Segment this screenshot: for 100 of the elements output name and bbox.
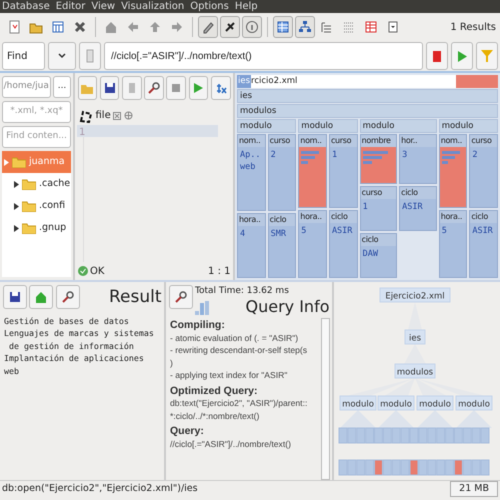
map-node: modulo (360, 119, 437, 133)
tree-leaf (436, 428, 446, 444)
menu-item[interactable]: Editor (56, 0, 86, 13)
play-icon (455, 49, 469, 63)
toolbar-button[interactable] (198, 16, 218, 38)
map-node: nom.. (440, 135, 466, 147)
bar-chart-icon (195, 301, 209, 315)
result-line: Gestión de bases de datos (4, 314, 130, 327)
map-node: curso (360, 187, 396, 199)
save-button[interactable] (100, 76, 120, 100)
tree-leaf (462, 428, 472, 444)
map-value: SMR (270, 229, 286, 239)
play-icon (191, 80, 206, 94)
search-icon (147, 80, 162, 94)
expand-icon (14, 180, 19, 188)
search-button[interactable] (144, 76, 164, 100)
map-value: 2 (270, 150, 276, 160)
search-button[interactable] (56, 285, 80, 310)
tree-node: modulo (378, 396, 414, 410)
file-type-icon (79, 108, 93, 122)
chevron-icon (57, 52, 67, 60)
map-node: hor.. (400, 135, 436, 147)
map-node: hora.. (238, 214, 265, 226)
tree-leaf (418, 428, 428, 444)
run-button[interactable] (451, 42, 473, 70)
browse-button[interactable]: ... (53, 76, 71, 98)
tree-leaf (365, 428, 374, 444)
editor-tab[interactable]: file (96, 108, 111, 123)
map-title: rcicio2.xml (251, 75, 456, 88)
menu-item[interactable]: View (91, 0, 116, 13)
memory-usage[interactable]: 21 MB (450, 480, 498, 498)
path-field[interactable]: /home/jua (2, 76, 50, 98)
map-value: 5 (301, 226, 306, 236)
pencil-icon (201, 20, 215, 34)
tree-edge (378, 410, 414, 428)
add-icon (124, 111, 133, 120)
tree-node: modulo (340, 396, 376, 410)
map-value: ASIR (472, 226, 493, 236)
query-field[interactable]: //ciclo[.="ASIR"]/../nombre/text() (104, 42, 423, 70)
tree-leaf (410, 428, 418, 444)
scrollbar[interactable] (321, 318, 330, 480)
map-value: 3 (402, 150, 408, 160)
tree-leaf (472, 428, 481, 444)
tree-leaf (382, 428, 392, 444)
map-node: hora.. (440, 210, 466, 222)
home-icon (34, 290, 48, 304)
tree-leaf (445, 428, 454, 444)
info-line: //ciclo[.="ASIR"]/../nombre/text() (170, 438, 292, 450)
tree-edge (404, 344, 426, 364)
status-text: db:open("Ejercicio2","Ejercicio2.xml")/ies (2, 482, 198, 496)
up-arrow-icon (148, 20, 162, 34)
folder-icon (22, 222, 36, 234)
save-icon (102, 80, 117, 94)
search-button[interactable] (168, 284, 192, 308)
tree-icon (298, 20, 312, 34)
folder-item[interactable]: .cache (2, 173, 71, 195)
menu-item[interactable]: Options (190, 0, 229, 13)
map-node: ies (237, 89, 498, 103)
panel-title: Result (108, 286, 162, 308)
save-button[interactable] (2, 285, 26, 310)
map-node: ciclo (400, 187, 436, 199)
variables-button[interactable] (210, 76, 231, 100)
table-icon (276, 20, 290, 34)
run-button[interactable] (188, 76, 208, 100)
folder-icon (22, 200, 36, 212)
info-line: db:text("Ejercicio2", "ASIR")/parent:: (170, 397, 308, 410)
info-line: *:ciclo/../*:nombre/text() (170, 410, 260, 422)
map-node: nom.. (299, 135, 326, 147)
panel-title: Query Info (246, 298, 330, 315)
menu-item[interactable]: Database (2, 0, 50, 13)
map-value: 5 (442, 226, 447, 236)
map-node: ciclo (360, 234, 396, 246)
stop-button[interactable] (426, 42, 448, 70)
result-line: Implantación de aplicaciones (4, 352, 145, 364)
info-line: ) (170, 356, 174, 369)
section-heading: Query: (170, 425, 205, 438)
tree-node: ies (404, 330, 426, 344)
mode-dropdown[interactable]: Find (2, 42, 45, 70)
menu-item[interactable]: Visualization (121, 0, 184, 13)
filter-icon (480, 49, 494, 63)
map-node: curso (268, 135, 296, 147)
info-line: - rewriting descendant-or-self step(s (170, 344, 308, 356)
map-node: hora.. (299, 210, 326, 222)
folder-item[interactable]: .confi (2, 195, 71, 217)
left-arrow-icon (126, 20, 140, 34)
toolbar-button[interactable] (220, 16, 240, 38)
highlight-bar (456, 75, 498, 88)
map-node: curso (330, 135, 357, 147)
table-icon (51, 20, 65, 34)
save-icon (8, 290, 22, 304)
info-line: - atomic evaluation of (. = "ASIR") (170, 332, 300, 344)
result-line: web (4, 364, 20, 377)
toolbar-button[interactable] (273, 16, 293, 38)
folder-item[interactable]: .gnup (2, 217, 71, 239)
map-value: 2 (472, 150, 478, 160)
menu-item[interactable]: Help (234, 0, 258, 13)
tree-edge (340, 410, 376, 428)
map-value: ASIR (402, 202, 423, 212)
info-line: - applying text index for "ASIR" (170, 369, 288, 382)
tree-leaf (356, 428, 366, 444)
